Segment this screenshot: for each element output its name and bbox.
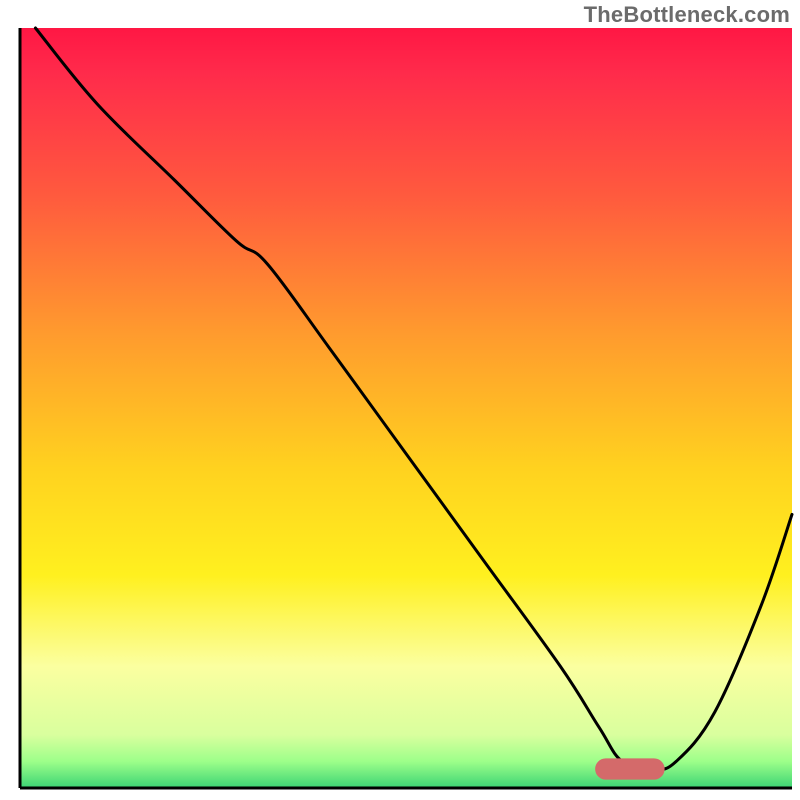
watermark-text: TheBottleneck.com (584, 2, 790, 28)
bottleneck-chart: TheBottleneck.com (0, 0, 800, 800)
optimal-marker (595, 758, 664, 779)
plot-svg (0, 0, 800, 800)
